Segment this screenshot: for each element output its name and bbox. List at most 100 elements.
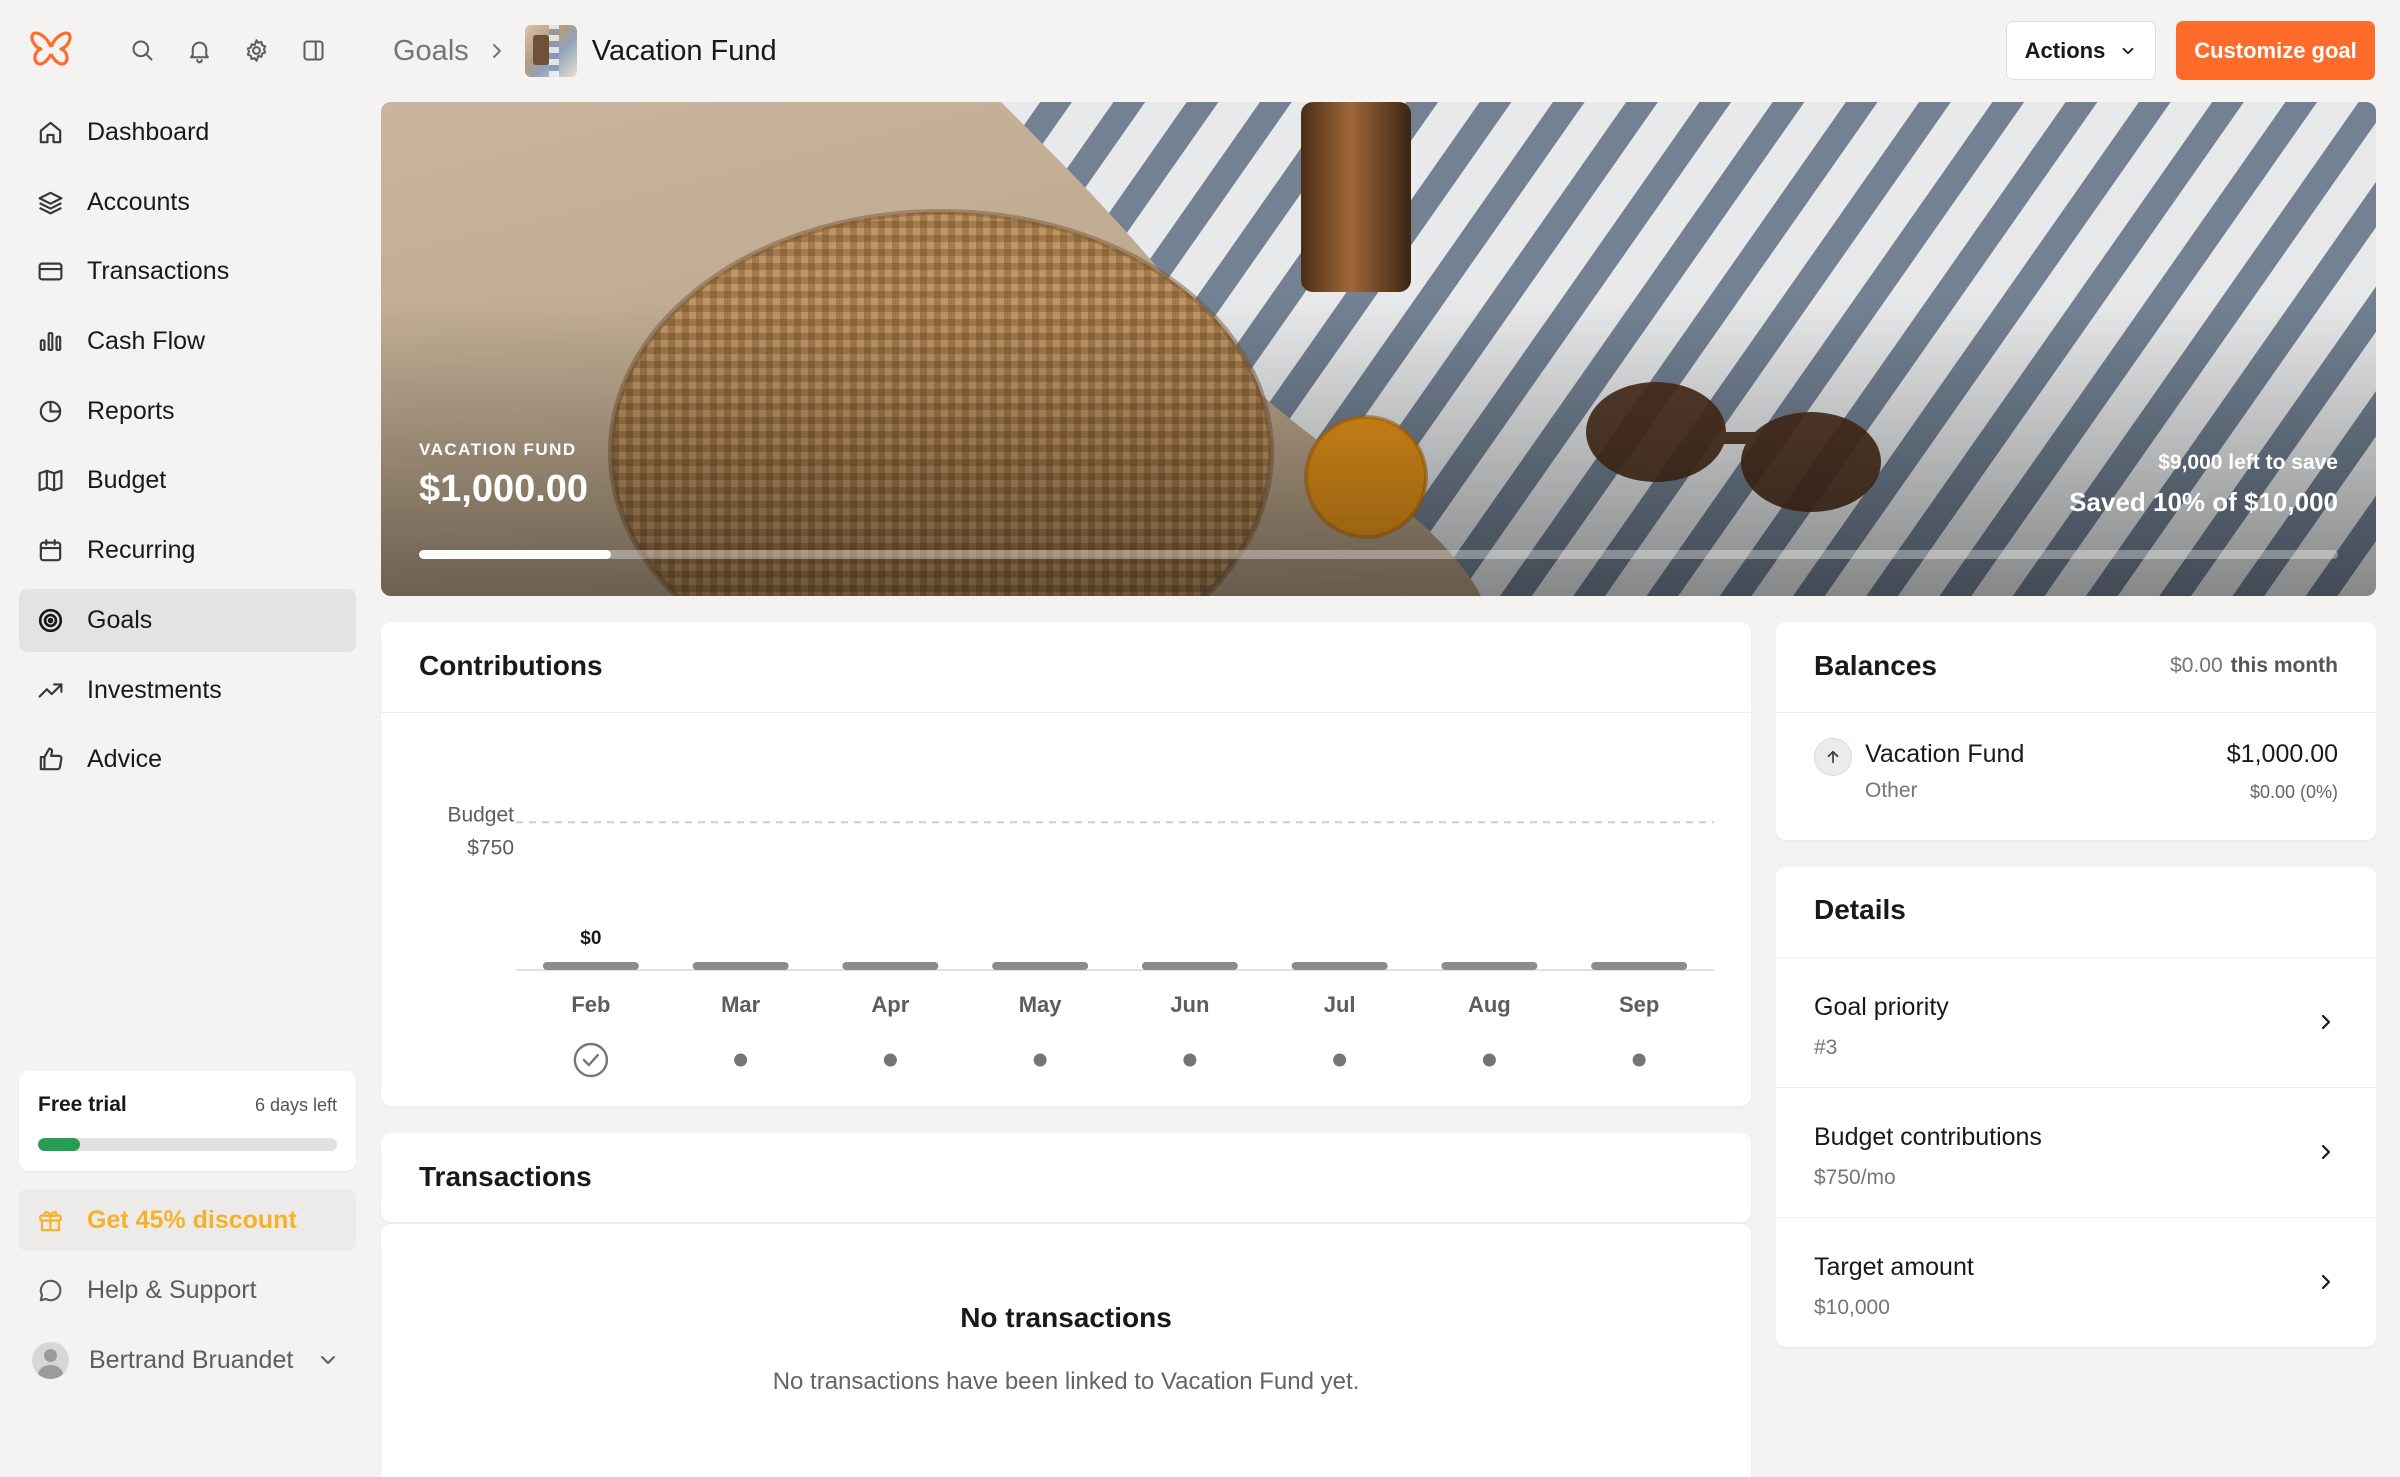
gear-icon[interactable]: [228, 28, 285, 72]
status-dot: [734, 1053, 748, 1067]
sidebar-nav: Dashboard Accounts Transactions Cash Flo…: [19, 101, 356, 798]
balances-title: Balances: [1814, 650, 1937, 681]
breadcrumb: Goals Vacation Fund: [393, 22, 777, 80]
breadcrumb-goals-link[interactable]: Goals: [393, 35, 469, 68]
contribution-bar: [542, 962, 639, 970]
sidebar-item-label: Investments: [87, 675, 222, 704]
sidebar-item-transactions[interactable]: Transactions: [19, 240, 356, 303]
discount-button[interactable]: Get 45% discount: [19, 1189, 356, 1251]
sidebar-item-cash-flow[interactable]: Cash Flow: [19, 310, 356, 373]
credit-card-icon: [38, 262, 63, 281]
budget-value-label: $750: [467, 836, 514, 859]
panel-icon[interactable]: [285, 28, 342, 72]
sidebar-item-budget[interactable]: Budget: [19, 449, 356, 512]
search-icon[interactable]: [114, 28, 171, 72]
top-icons: [114, 28, 342, 72]
user-name: Bertrand Bruandet: [89, 1345, 294, 1374]
sidebar-item-reports[interactable]: Reports: [19, 380, 356, 443]
x-tick-label: Jun: [1170, 992, 1209, 1017]
chevron-right-icon: [492, 44, 501, 58]
transactions-empty-state: No transactions No transactions have bee…: [381, 1224, 1751, 1477]
status-dot: [1183, 1053, 1197, 1067]
trial-progress-bar: [38, 1138, 337, 1151]
balances-month-label: this month: [2230, 654, 2338, 677]
budget-label: Budget: [447, 803, 514, 826]
trial-progress-fill: [38, 1138, 80, 1151]
contribution-bar: [1441, 962, 1538, 970]
transactions-header-card: Transactions: [381, 1133, 1751, 1222]
butterfly-logo[interactable]: [28, 27, 74, 73]
balance-account-change: $0.00 (0%): [2249, 782, 2338, 802]
balance-account-name[interactable]: Vacation Fund: [1865, 740, 2024, 769]
free-trial-card[interactable]: Free trial 6 days left: [19, 1071, 356, 1171]
hero-left-to-save: $9,000 left to save: [2158, 451, 2338, 474]
sidebar-item-goals[interactable]: Goals: [19, 588, 356, 652]
goal-progress-fill: [419, 550, 611, 559]
chevron-right-icon: [2321, 1144, 2331, 1160]
sidebar-item-recurring[interactable]: Recurring: [19, 519, 356, 582]
sidebar-item-label: Recurring: [87, 536, 196, 565]
chat-bubble-icon: [39, 1279, 62, 1301]
sidebar-top: [28, 28, 342, 72]
balance-account-type: Other: [1865, 779, 1918, 802]
contributions-chart: Budget $750 Feb Mar Apr May Jun Jul Aug Sep $0: [447, 803, 1714, 1078]
sidebar-item-investments[interactable]: Investments: [19, 659, 356, 722]
card-divider: [1776, 712, 2376, 713]
check-circle-icon: [573, 1042, 609, 1078]
trial-title: Free trial: [38, 1093, 127, 1116]
bar-value-label: $0: [580, 928, 601, 949]
actions-label: Actions: [2024, 37, 2106, 63]
chevron-down-icon: [321, 1356, 335, 1364]
calendar-icon: [39, 539, 62, 562]
chevron-right-icon: [2321, 1274, 2331, 1290]
customize-goal-button[interactable]: Customize goal: [2176, 21, 2375, 80]
sidebar-item-label: Advice: [87, 745, 163, 774]
sidebar-item-label: Accounts: [87, 187, 190, 216]
balances-month-summary: $0.00 this month: [2170, 654, 2338, 678]
detail-value: #3: [1814, 1036, 1838, 1059]
balances-month-amount: $0.00: [2170, 654, 2223, 677]
contributions-title: Contributions: [419, 650, 603, 681]
detail-row-goal-priority[interactable]: Goal priority #3: [1776, 957, 2376, 1087]
detail-label: Goal priority: [1814, 993, 1949, 1021]
map-icon: [38, 470, 63, 492]
contribution-bar: [1141, 962, 1238, 970]
goal-hero-banner: VACATION FUND $1,000.00 $9,000 left to s…: [381, 102, 2376, 596]
status-dot: [1033, 1053, 1047, 1067]
actions-dropdown-button[interactable]: Actions: [2006, 21, 2156, 80]
detail-label: Budget contributions: [1814, 1123, 2042, 1151]
balance-account-amount: $1,000.00: [2226, 740, 2338, 768]
detail-row-budget-contributions[interactable]: Budget contributions $750/mo: [1776, 1087, 2376, 1217]
contribution-bar: [692, 962, 789, 970]
trending-up-icon: [38, 682, 63, 698]
bell-icon[interactable]: [171, 28, 228, 72]
x-tick-label: Apr: [871, 992, 909, 1017]
balances-card: Balances $0.00 this month Vacation Fund O…: [1776, 622, 2376, 840]
status-dot: [1482, 1053, 1496, 1067]
chevron-down-icon: [2122, 47, 2134, 54]
sidebar-item-label: Goals: [87, 605, 153, 634]
sidebar-item-label: Dashboard: [87, 118, 210, 146]
page-title: Vacation Fund: [591, 34, 777, 67]
empty-state-text: No transactions have been linked to Vaca…: [772, 1368, 1360, 1395]
sidebar-item-dashboard[interactable]: Dashboard: [19, 101, 356, 164]
x-tick-label: Aug: [1468, 992, 1511, 1017]
discount-label: Get 45% discount: [87, 1205, 297, 1234]
contribution-bar: [842, 962, 939, 970]
user-menu[interactable]: Bertrand Bruandet: [19, 1329, 356, 1391]
target-icon: [38, 608, 63, 632]
trial-days-left: 6 days left: [254, 1095, 337, 1115]
detail-value: $750/mo: [1814, 1166, 1896, 1189]
goal-thumbnail: [524, 25, 577, 77]
sidebar-item-label: Transactions: [87, 257, 230, 286]
detail-label: Target amount: [1814, 1253, 1974, 1281]
arrow-up-icon: [1814, 738, 1852, 776]
x-tick-label: Feb: [571, 992, 610, 1017]
contribution-bar: [1591, 962, 1688, 970]
sidebar-item-accounts[interactable]: Accounts: [19, 171, 356, 234]
detail-row-target-amount[interactable]: Target amount $10,000: [1776, 1217, 2376, 1347]
hero-shade: [381, 102, 2376, 596]
sidebar-item-advice[interactable]: Advice: [19, 728, 356, 791]
help-support-link[interactable]: Help & Support: [19, 1259, 356, 1321]
transactions-title: Transactions: [419, 1161, 592, 1192]
